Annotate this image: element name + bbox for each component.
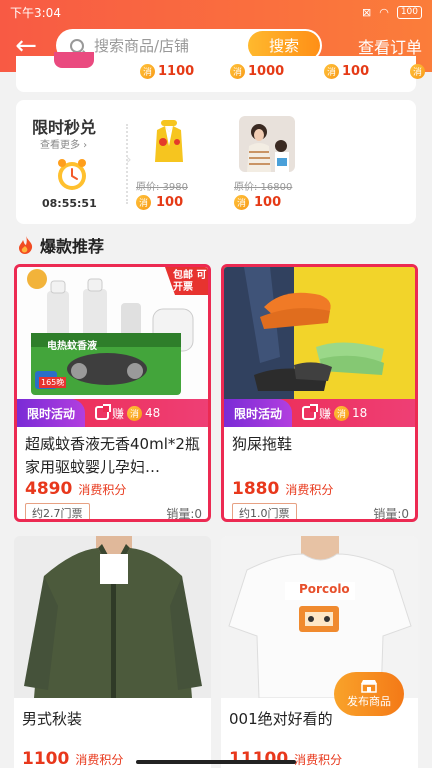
product-card[interactable]: 电热蚊香液 165晚 包邮 可开票 限时活动 赚 消 48 超威蚊香液无香40m…	[14, 264, 211, 522]
mute-icon: ⊠	[361, 5, 372, 19]
product-card[interactable]: 男式秋装 1100 消费积分	[14, 536, 211, 768]
promo-label: 限时活动	[17, 399, 86, 427]
product-name: 狗屎拖鞋	[232, 435, 293, 453]
flash-item[interactable]: 原价: 16800 消 100	[234, 116, 300, 210]
free-shipping-badge: 包邮 可开票	[173, 270, 207, 293]
promo-label: 限时活动	[224, 399, 293, 427]
publish-product-button[interactable]: 发布商品	[334, 672, 404, 716]
flash-sale-title: 限时秒兑	[32, 118, 97, 137]
top-price-chip[interactable]: 消 1000	[230, 64, 284, 79]
product-image	[14, 536, 211, 698]
flame-icon	[19, 236, 33, 254]
price-line: 4890 消费积分	[25, 479, 127, 499]
xiao-icon: 消	[410, 64, 425, 79]
product-name: 男式秋装	[22, 710, 83, 728]
promo-bar: 限时活动 赚 消 48	[17, 399, 208, 427]
product-card[interactable]: 限时活动 赚 消 18 狗屎拖鞋 1880 消费积分 约1.0门票 销量:0	[221, 264, 418, 522]
earn-info[interactable]: 赚 消 18	[302, 404, 367, 422]
xiao-icon: 消	[334, 405, 350, 421]
search-icon	[70, 38, 84, 53]
xiao-icon: 消	[127, 405, 143, 421]
flash-item[interactable]: 原价: 3980 消 100	[136, 116, 202, 210]
alarm-clock-icon	[58, 159, 86, 190]
box-text: 电热蚊香液	[47, 341, 97, 352]
ticket-badge: 约1.0门票	[232, 503, 297, 519]
status-time: 下午3:04	[10, 5, 61, 20]
product-card[interactable]: Porcolo 001绝对好看的 11100 消费积分	[221, 536, 418, 768]
partial-image	[54, 52, 94, 68]
top-price-chip[interactable]: 消 100	[324, 64, 369, 79]
top-price-chip[interactable]: 消	[410, 64, 425, 79]
earn-info[interactable]: 赚 消 48	[95, 404, 160, 422]
shirt-text: Porcolo	[299, 582, 350, 596]
price-line: 1880 消费积分	[232, 479, 334, 499]
share-icon	[95, 404, 112, 420]
status-bar: 下午3:04 ⊠ ◠ 100	[0, 0, 432, 24]
promo-bar: 限时活动 赚 消 18	[224, 399, 415, 427]
top-price-chip[interactable]: 消 1100	[140, 64, 194, 79]
sales-count: 销量:0	[166, 506, 202, 521]
box-count: 165晚	[39, 377, 67, 388]
xiao-icon: 消	[140, 64, 155, 79]
product-image: 电热蚊香液 165晚 包邮 可开票	[17, 267, 208, 399]
fashion-image	[239, 116, 295, 172]
divider-arrow-icon	[126, 124, 136, 204]
product-name: 超威蚊香液无香40ml*2瓶家用驱蚊婴儿孕妇…	[25, 435, 200, 476]
xiao-icon: 消	[234, 195, 249, 210]
home-indicator[interactable]	[136, 760, 296, 764]
sales-count: 销量:0	[373, 506, 409, 521]
xiao-icon: 消	[136, 195, 151, 210]
view-more-link[interactable]: 查看更多 ›	[40, 136, 87, 151]
share-icon	[302, 404, 319, 420]
section-title: 爆款推荐	[18, 233, 104, 257]
shop-icon	[361, 680, 377, 693]
ticket-badge: 约2.7门票	[25, 503, 90, 519]
battery-icon: 100	[396, 5, 422, 19]
xiao-icon: 消	[230, 64, 245, 79]
vest-image	[141, 116, 197, 172]
countdown-timer: 08:55:51	[42, 197, 97, 210]
wifi-icon: ◠	[379, 5, 389, 19]
product-image	[224, 267, 415, 399]
flash-sale-card: 限时秒兑 查看更多 › 08:55:51 原价: 3980 消 100	[16, 100, 416, 224]
xiao-icon: 消	[324, 64, 339, 79]
category-row-partial: 消 1100 消 1000 消 100 消	[16, 52, 425, 92]
